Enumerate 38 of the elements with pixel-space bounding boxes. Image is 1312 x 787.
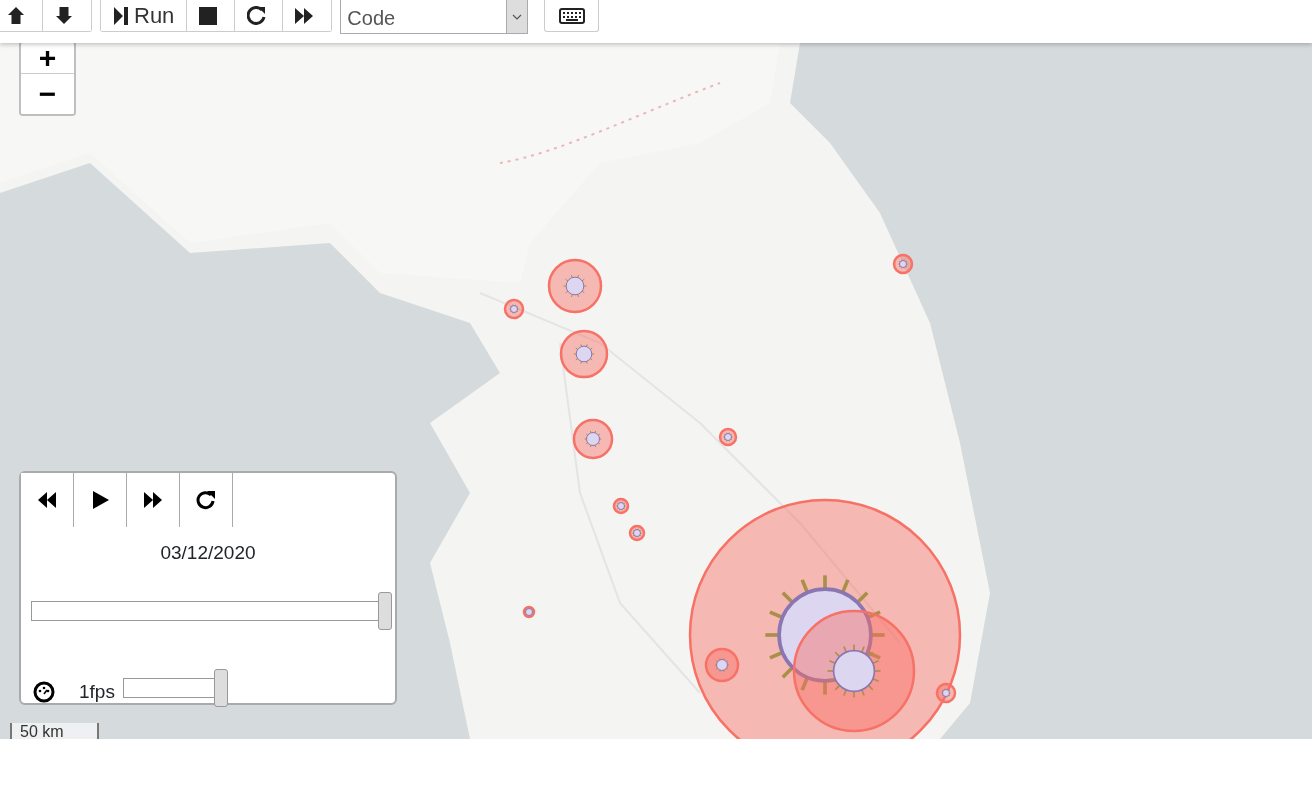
restart-icon bbox=[247, 6, 267, 25]
fast-forward-icon bbox=[295, 6, 314, 25]
step-icon bbox=[113, 5, 128, 26]
repeat-icon bbox=[196, 490, 216, 510]
speedometer-icon bbox=[33, 681, 55, 703]
case-marker[interactable] bbox=[628, 524, 646, 542]
slider-thumb[interactable] bbox=[378, 591, 392, 630]
case-marker[interactable] bbox=[704, 647, 740, 683]
slider[interactable] bbox=[31, 591, 392, 630]
date-label: 03/12/2020 bbox=[159, 541, 257, 565]
case-marker[interactable] bbox=[547, 258, 603, 314]
case-marker[interactable] bbox=[688, 498, 962, 739]
rewind-icon bbox=[38, 491, 56, 509]
case-marker[interactable] bbox=[559, 329, 609, 379]
down-arrow-icon bbox=[55, 6, 73, 25]
slider[interactable] bbox=[122, 668, 228, 707]
case-marker[interactable] bbox=[522, 605, 536, 619]
run-button[interactable]: Run bbox=[101, 0, 188, 31]
fast-forward-icon bbox=[144, 491, 162, 509]
keyboard-button[interactable] bbox=[544, 0, 600, 32]
cell-type-dropdown[interactable]: Code bbox=[340, 0, 529, 34]
speed-label: 1fps bbox=[79, 679, 115, 704]
play-icon bbox=[91, 491, 109, 509]
case-marker[interactable] bbox=[935, 682, 957, 704]
case-marker[interactable] bbox=[792, 609, 916, 733]
chevron-down-icon bbox=[512, 13, 523, 20]
back-button[interactable] bbox=[21, 473, 74, 527]
stop-icon bbox=[199, 6, 218, 25]
scale-bar: 50 km bbox=[10, 723, 99, 739]
case-marker[interactable] bbox=[718, 427, 738, 447]
zoom-out-button[interactable]: − bbox=[21, 73, 74, 114]
up-arrow-icon bbox=[7, 6, 25, 25]
case-marker[interactable] bbox=[892, 253, 914, 275]
case-marker[interactable] bbox=[503, 298, 525, 320]
slider-thumb[interactable] bbox=[213, 668, 228, 707]
case-marker[interactable] bbox=[612, 497, 630, 515]
case-marker[interactable] bbox=[572, 418, 614, 460]
keyboard-icon bbox=[558, 7, 585, 24]
